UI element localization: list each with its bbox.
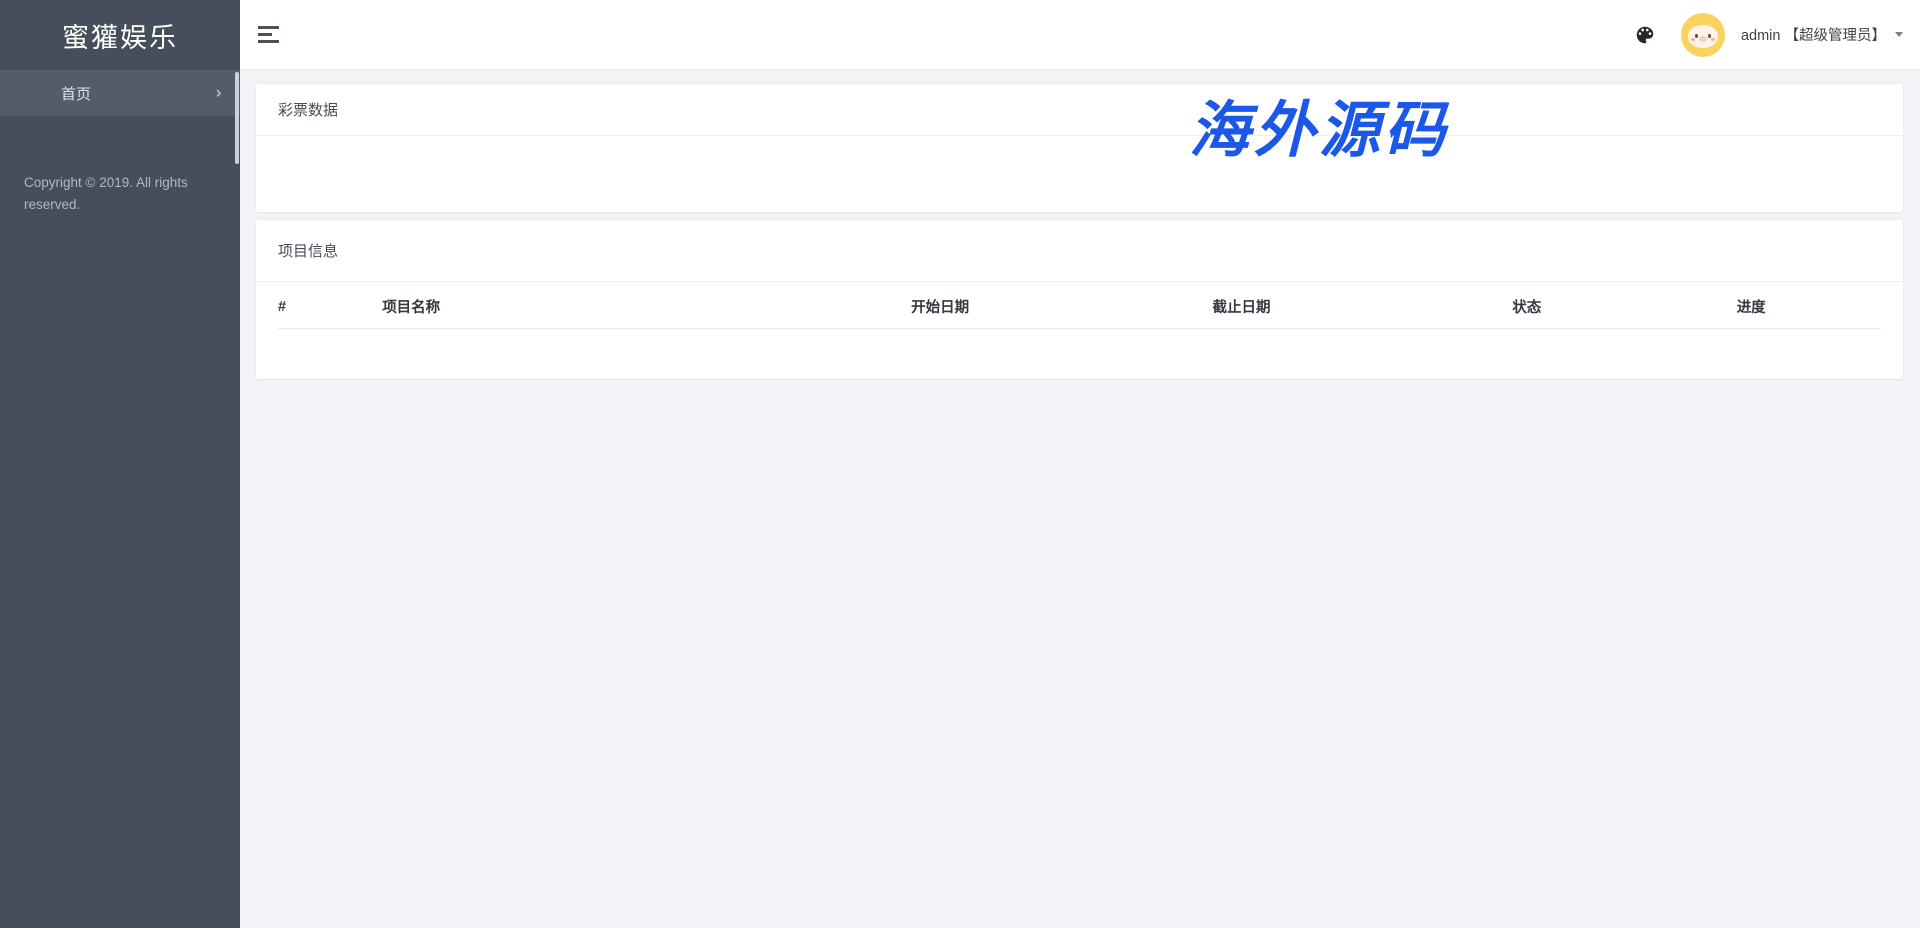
topbar: admin 【超级管理员】: [240, 0, 1920, 70]
projects-section-title: 项目信息: [256, 220, 1903, 282]
col-header-start: 开始日期: [911, 282, 1212, 329]
col-header-status: 状态: [1512, 282, 1736, 329]
col-header-index: #: [278, 282, 382, 329]
home-icon: [25, 83, 45, 103]
topbar-right: admin 【超级管理员】: [1633, 13, 1903, 57]
sidebar-scrollbar[interactable]: [235, 72, 239, 164]
projects-table: # 项目名称 开始日期 截止日期 状态 进度: [278, 282, 1881, 329]
stat-cards: [256, 136, 1903, 212]
main-area: admin 【超级管理员】 彩票数据 项目信息: [240, 0, 1920, 928]
app-root: 蜜獾娱乐 首页 › Copyright © 2019. All rights r…: [0, 0, 1920, 928]
avatar[interactable]: [1681, 13, 1725, 57]
col-header-name: 项目名称: [382, 282, 911, 329]
sidebar-item-label: 首页: [61, 83, 215, 104]
projects-panel: 项目信息 # 项目名称 开始日期 截止日期: [256, 220, 1903, 379]
copyright-text: Copyright © 2019. All rights reserved.: [0, 172, 240, 215]
sidebar-menu: 首页 ›: [0, 70, 240, 116]
chevron-right-icon: ›: [215, 84, 222, 102]
projects-table-wrap: # 项目名称 开始日期 截止日期 状态 进度: [256, 282, 1903, 379]
caret-down-icon: [1895, 32, 1903, 37]
lottery-stats-panel: 彩票数据: [256, 84, 1903, 212]
brand-title: 蜜獾娱乐: [0, 0, 240, 70]
sidebar: 蜜獾娱乐 首页 › Copyright © 2019. All rights r…: [0, 0, 240, 928]
menu-icon[interactable]: [258, 26, 280, 43]
user-menu[interactable]: admin 【超级管理员】: [1741, 24, 1903, 45]
sidebar-item[interactable]: 首页 ›: [0, 70, 240, 116]
palette-icon[interactable]: [1633, 23, 1657, 47]
col-header-end: 截止日期: [1213, 282, 1513, 329]
stats-section-title: 彩票数据: [256, 84, 1903, 136]
col-header-progress: 进度: [1737, 282, 1881, 329]
content: 彩票数据 项目信息 #: [240, 70, 1920, 928]
user-label: admin 【超级管理员】: [1741, 24, 1886, 45]
